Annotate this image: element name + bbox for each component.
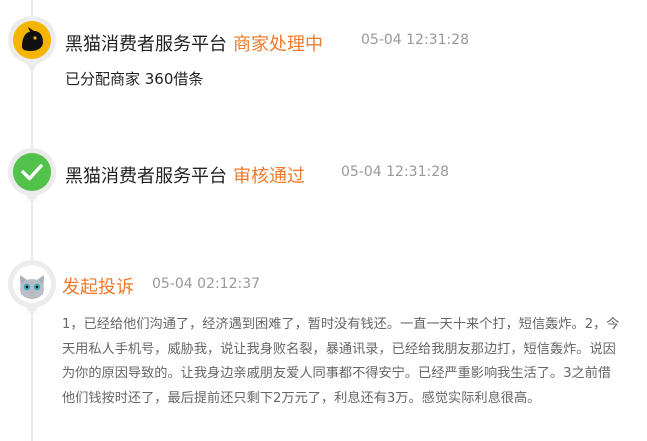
check-approved-icon <box>13 153 51 191</box>
platform-avatar <box>8 148 56 204</box>
event-1-actor: 黑猫消费者服务平台 <box>65 34 227 55</box>
event-3-status: 发起投诉 <box>62 277 134 298</box>
complaint-content: 1，已经给他们沟通了，经济遇到困难了，暂时没有钱还。一直一天十来个打，短信轰炸。… <box>62 317 620 407</box>
event-2-time: 05-04 12:31:28 <box>341 164 450 180</box>
event-1-content: 已分配商家 360借条 <box>65 70 204 88</box>
event-2-actor: 黑猫消费者服务平台 <box>65 166 227 187</box>
event-2-title: 黑猫消费者服务平台 审核通过 <box>65 162 305 188</box>
user-avatar <box>8 260 56 316</box>
event-2-status: 审核通过 <box>233 166 305 187</box>
event-3-time: 05-04 02:12:37 <box>152 276 261 292</box>
platform-avatar <box>8 16 56 72</box>
event-1-title: 黑猫消费者服务平台 商家处理中 <box>65 30 323 56</box>
event-1-status: 商家处理中 <box>233 34 323 55</box>
black-cat-logo-icon <box>13 21 51 59</box>
gray-cat-avatar-icon <box>13 265 51 303</box>
event-1-time: 05-04 12:31:28 <box>361 32 470 48</box>
